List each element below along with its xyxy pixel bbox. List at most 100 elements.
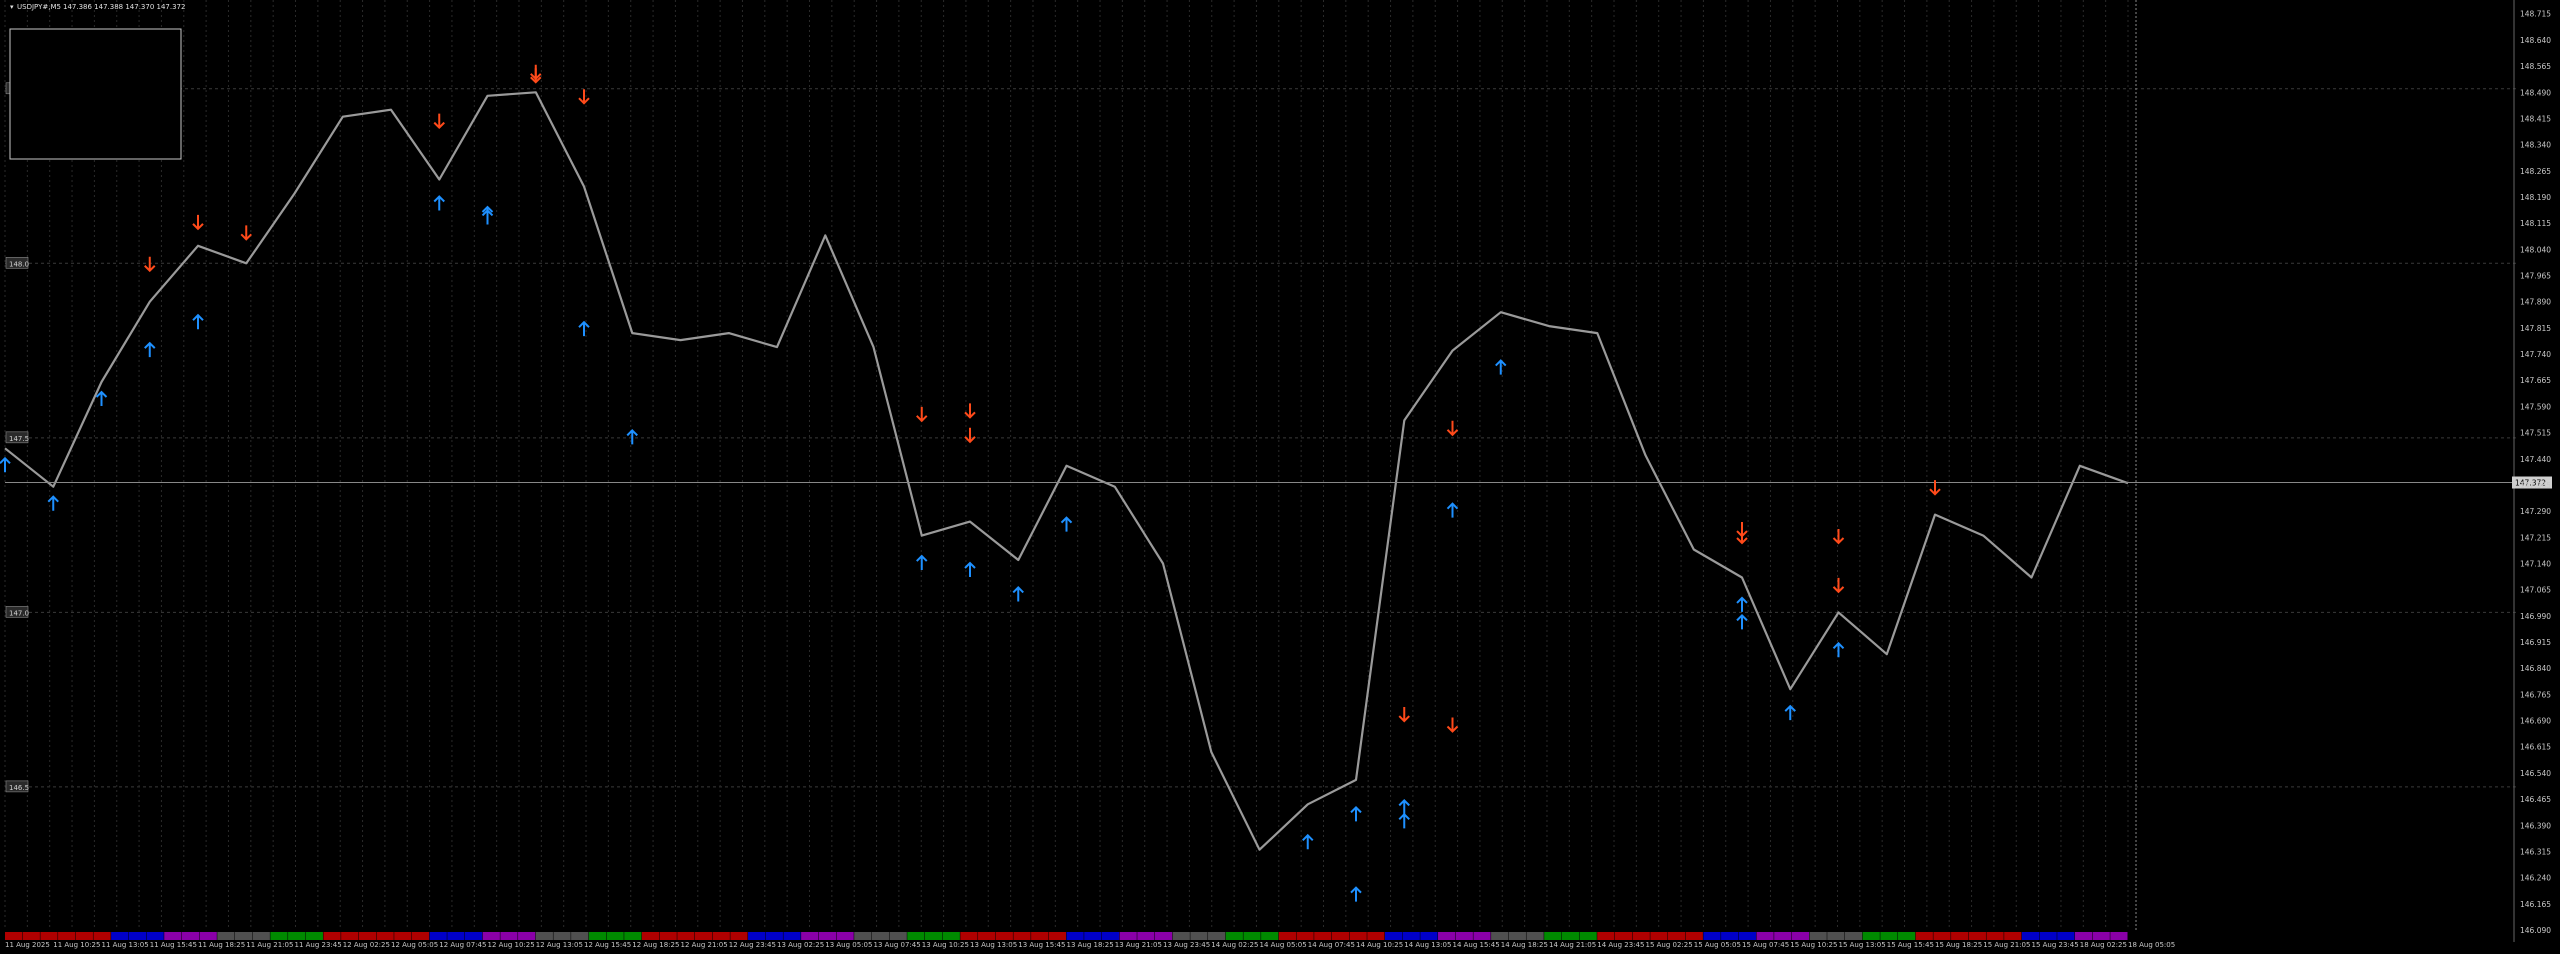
time-tick-label: 14 Aug 05:05 — [1260, 941, 1307, 949]
time-tick-label: 13 Aug 21:05 — [1115, 941, 1162, 949]
session-segment — [1084, 932, 1102, 940]
session-segment — [111, 932, 129, 940]
price-chart[interactable]: 148.5148.0147.5147.0146.5 147.372 148.71… — [0, 0, 2560, 950]
session-segment — [1986, 932, 2004, 940]
session-segment — [1101, 932, 1120, 940]
session-segment — [1685, 932, 1703, 940]
session-segment — [730, 932, 748, 940]
time-tick-label: 11 Aug 18:25 — [198, 941, 245, 949]
price-tick-label: 148.715 — [2520, 10, 2551, 19]
session-segment — [1066, 932, 1084, 940]
session-segment — [1597, 932, 1615, 940]
session-segment — [234, 932, 253, 940]
session-segment — [2074, 932, 2093, 940]
session-segment — [942, 932, 960, 940]
session-segment — [394, 932, 412, 940]
session-segment — [1756, 932, 1774, 940]
time-tick-label: 12 Aug 23:45 — [729, 941, 776, 949]
session-segment — [1738, 932, 1756, 940]
session-segment — [181, 932, 200, 940]
time-axis: 11 Aug 2025 11 Aug 10:25 11 Aug 13:05 11 Au… — [5, 941, 2175, 949]
session-segment — [1614, 932, 1633, 940]
session-segment — [1632, 932, 1650, 940]
price-tick-label: 146.390 — [2520, 821, 2551, 830]
session-segment — [1491, 932, 1509, 940]
session-segment — [217, 932, 235, 940]
session-segment — [712, 932, 730, 940]
price-tick-label: 148.415 — [2520, 114, 2551, 123]
session-segment — [1013, 932, 1031, 940]
time-tick-label: 11 Aug 2025 — [5, 941, 50, 949]
session-segment — [22, 932, 40, 940]
session-segment — [447, 932, 465, 940]
session-segment — [1438, 932, 1456, 940]
session-segment — [995, 932, 1013, 940]
session-segment — [677, 932, 695, 940]
session-segment — [748, 932, 766, 940]
session-segment — [1278, 932, 1296, 940]
session-segment — [1243, 932, 1261, 940]
time-tick-label: 13 Aug 18:25 — [1067, 941, 1114, 949]
session-segment — [624, 932, 642, 940]
session-segment — [305, 932, 323, 940]
session-segment — [1774, 932, 1792, 940]
session-segment — [323, 932, 341, 940]
session-segment — [924, 932, 943, 940]
session-segment — [1809, 932, 1827, 940]
session-segment — [376, 932, 394, 940]
time-tick-label: 13 Aug 10:25 — [922, 941, 969, 949]
session-segment — [1154, 932, 1173, 940]
session-segment — [1031, 932, 1049, 940]
session-segment — [960, 932, 978, 940]
time-tick-label: 14 Aug 21:05 — [1549, 941, 1596, 949]
session-segment — [341, 932, 359, 940]
price-tick-label: 146.315 — [2520, 847, 2551, 856]
price-tick-label: 147.440 — [2520, 455, 2551, 464]
price-tick-label: 146.465 — [2520, 795, 2551, 804]
session-segment — [1862, 932, 1880, 940]
session-segment — [128, 932, 147, 940]
session-segment — [1172, 932, 1190, 940]
session-segment — [164, 932, 182, 940]
price-tick-label: 147.815 — [2520, 324, 2551, 333]
session-segment — [270, 932, 288, 940]
ohlc-label: 147.386 147.388 147.370 147.372 — [63, 3, 185, 11]
time-tick-label: 15 Aug 18:25 — [1935, 941, 1982, 949]
session-segment — [1650, 932, 1668, 940]
session-segment — [146, 932, 164, 940]
price-tick-label: 148.340 — [2520, 141, 2551, 150]
session-segment — [199, 932, 217, 940]
session-segment — [1791, 932, 1810, 940]
session-segment — [429, 932, 447, 940]
time-tick-label: 12 Aug 07:45 — [439, 941, 486, 949]
price-tick-label: 148.640 — [2520, 36, 2551, 45]
time-tick-label: 13 Aug 23:45 — [1163, 941, 1210, 949]
session-segment — [1367, 932, 1385, 940]
price-tick-label: 146.690 — [2520, 717, 2551, 726]
price-tick-label: 148.490 — [2520, 88, 2551, 97]
session-segment — [1119, 932, 1137, 940]
price-tick-label: 146.990 — [2520, 612, 2551, 621]
session-segment — [518, 932, 536, 940]
session-segment — [1968, 932, 1986, 940]
session-segment — [1668, 932, 1686, 940]
session-segment — [907, 932, 925, 940]
session-segment — [1561, 932, 1580, 940]
session-segment — [836, 932, 854, 940]
time-tick-label: 15 Aug 10:25 — [1790, 941, 1837, 949]
session-segment — [1703, 932, 1721, 940]
price-tick-label: 148.265 — [2520, 167, 2551, 176]
chart-area[interactable]: 148.5148.0147.5147.0146.5 147.372 148.71… — [0, 0, 2560, 950]
session-segment — [1455, 932, 1473, 940]
time-tick-label: 13 Aug 13:05 — [970, 941, 1017, 949]
time-tick-label: 14 Aug 18:25 — [1501, 941, 1548, 949]
session-segment — [75, 932, 93, 940]
session-segment — [889, 932, 907, 940]
time-tick-label: 11 Aug 23:45 — [295, 941, 342, 949]
session-segment — [801, 932, 819, 940]
session-segment — [783, 932, 801, 940]
price-tick-label: 147.065 — [2520, 586, 2551, 595]
price-tick-label: 146.540 — [2520, 769, 2551, 778]
level-label: 147.5 — [9, 435, 29, 443]
price-tick-label: 147.740 — [2520, 350, 2551, 359]
